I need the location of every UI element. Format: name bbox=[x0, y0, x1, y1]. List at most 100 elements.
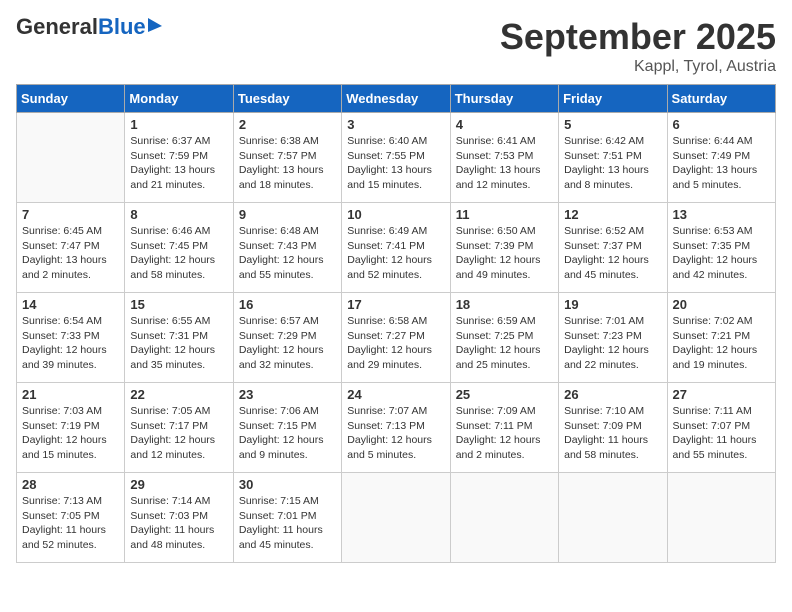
calendar-cell: 21Sunrise: 7:03 AMSunset: 7:19 PMDayligh… bbox=[17, 383, 125, 473]
day-info: Sunrise: 7:14 AMSunset: 7:03 PMDaylight:… bbox=[130, 494, 227, 553]
day-number: 6 bbox=[673, 117, 770, 132]
logo-general: General bbox=[16, 14, 98, 39]
calendar-cell: 22 Sunrise: 7:05 AMSunset: 7:17 PMDayligh… bbox=[125, 383, 233, 473]
calendar-cell: 18Sunrise: 6:59 AMSunset: 7:25 PMDayligh… bbox=[450, 293, 558, 383]
calendar-cell: 23 Sunrise: 7:06 AMSunset: 7:15 PMDayligh… bbox=[233, 383, 341, 473]
day-info: Sunrise: 7:07 AMSunset: 7:13 PMDaylight:… bbox=[347, 404, 444, 463]
day-info: Sunrise: 6:42 AMSunset: 7:51 PMDaylight:… bbox=[564, 134, 661, 193]
header-row: SundayMondayTuesdayWednesdayThursdayFrid… bbox=[17, 85, 776, 113]
day-number: 26 bbox=[564, 387, 661, 402]
calendar-cell: 16 Sunrise: 6:57 AMSunset: 7:29 PMDayligh… bbox=[233, 293, 341, 383]
day-number: 21 bbox=[22, 387, 119, 402]
day-info: Sunrise: 6:37 AMSunset: 7:59 PMDaylight:… bbox=[130, 134, 227, 193]
logo-text: GeneralBlue bbox=[16, 14, 146, 39]
calendar-cell: 15Sunrise: 6:55 AMSunset: 7:31 PMDayligh… bbox=[125, 293, 233, 383]
title-block: September 2025 Kappl, Tyrol, Austria bbox=[500, 16, 776, 76]
day-info: Sunrise: 6:41 AMSunset: 7:53 PMDaylight:… bbox=[456, 134, 553, 193]
calendar-cell: 11 Sunrise: 6:50 AMSunset: 7:39 PMDayligh… bbox=[450, 203, 558, 293]
header-day-monday: Monday bbox=[125, 85, 233, 113]
day-number: 2 bbox=[239, 117, 336, 132]
day-number: 14 bbox=[22, 297, 119, 312]
calendar-cell: 9Sunrise: 6:48 AMSunset: 7:43 PMDaylight… bbox=[233, 203, 341, 293]
calendar-cell: 2 Sunrise: 6:38 AMSunset: 7:57 PMDaylight… bbox=[233, 113, 341, 203]
day-number: 8 bbox=[130, 207, 227, 222]
calendar-body: 1Sunrise: 6:37 AMSunset: 7:59 PMDaylight… bbox=[17, 113, 776, 563]
header-day-friday: Friday bbox=[559, 85, 667, 113]
calendar-cell: 26 Sunrise: 7:10 AMSunset: 7:09 PMDayligh… bbox=[559, 383, 667, 473]
calendar-cell bbox=[450, 473, 558, 563]
day-info: Sunrise: 7:06 AMSunset: 7:15 PMDaylight:… bbox=[239, 404, 336, 463]
day-info: Sunrise: 6:55 AMSunset: 7:31 PMDaylight:… bbox=[130, 314, 227, 373]
day-info: Sunrise: 7:01 AMSunset: 7:23 PMDaylight:… bbox=[564, 314, 661, 373]
day-info: Sunrise: 6:50 AMSunset: 7:39 PMDaylight:… bbox=[456, 224, 553, 283]
day-number: 12 bbox=[564, 207, 661, 222]
day-info: Sunrise: 6:57 AMSunset: 7:29 PMDaylight:… bbox=[239, 314, 336, 373]
day-number: 23 bbox=[239, 387, 336, 402]
calendar-cell: 29 Sunrise: 7:14 AMSunset: 7:03 PMDayligh… bbox=[125, 473, 233, 563]
day-info: Sunrise: 7:05 AMSunset: 7:17 PMDaylight:… bbox=[130, 404, 227, 463]
calendar-cell: 12 Sunrise: 6:52 AMSunset: 7:37 PMDayligh… bbox=[559, 203, 667, 293]
day-info: Sunrise: 7:02 AMSunset: 7:21 PMDaylight:… bbox=[673, 314, 770, 373]
day-info: Sunrise: 6:48 AMSunset: 7:43 PMDaylight:… bbox=[239, 224, 336, 283]
header-day-sunday: Sunday bbox=[17, 85, 125, 113]
day-number: 25 bbox=[456, 387, 553, 402]
calendar-cell: 27Sunrise: 7:11 AMSunset: 7:07 PMDayligh… bbox=[667, 383, 775, 473]
day-number: 22 bbox=[130, 387, 227, 402]
calendar-cell: 6 Sunrise: 6:44 AMSunset: 7:49 PMDaylight… bbox=[667, 113, 775, 203]
day-number: 27 bbox=[673, 387, 770, 402]
day-number: 24 bbox=[347, 387, 444, 402]
page-header: GeneralBlue September 2025 Kappl, Tyrol,… bbox=[16, 16, 776, 76]
day-number: 16 bbox=[239, 297, 336, 312]
day-number: 18 bbox=[456, 297, 553, 312]
calendar-header: SundayMondayTuesdayWednesdayThursdayFrid… bbox=[17, 85, 776, 113]
day-info: Sunrise: 6:44 AMSunset: 7:49 PMDaylight:… bbox=[673, 134, 770, 193]
header-day-saturday: Saturday bbox=[667, 85, 775, 113]
calendar-cell: 30Sunrise: 7:15 AMSunset: 7:01 PMDayligh… bbox=[233, 473, 341, 563]
calendar-cell bbox=[17, 113, 125, 203]
day-number: 29 bbox=[130, 477, 227, 492]
day-number: 17 bbox=[347, 297, 444, 312]
month-title: September 2025 bbox=[500, 16, 776, 58]
day-info: Sunrise: 7:15 AMSunset: 7:01 PMDaylight:… bbox=[239, 494, 336, 553]
calendar-cell: 19 Sunrise: 7:01 AMSunset: 7:23 PMDayligh… bbox=[559, 293, 667, 383]
day-info: Sunrise: 6:38 AMSunset: 7:57 PMDaylight:… bbox=[239, 134, 336, 193]
day-number: 5 bbox=[564, 117, 661, 132]
calendar-cell: 25Sunrise: 7:09 AMSunset: 7:11 PMDayligh… bbox=[450, 383, 558, 473]
day-number: 13 bbox=[673, 207, 770, 222]
calendar-cell: 8Sunrise: 6:46 AMSunset: 7:45 PMDaylight… bbox=[125, 203, 233, 293]
day-number: 11 bbox=[456, 207, 553, 222]
day-number: 4 bbox=[456, 117, 553, 132]
header-day-tuesday: Tuesday bbox=[233, 85, 341, 113]
calendar-cell: 14 Sunrise: 6:54 AMSunset: 7:33 PMDayligh… bbox=[17, 293, 125, 383]
logo-blue: Blue bbox=[98, 14, 146, 39]
day-info: Sunrise: 6:52 AMSunset: 7:37 PMDaylight:… bbox=[564, 224, 661, 283]
day-info: Sunrise: 7:10 AMSunset: 7:09 PMDaylight:… bbox=[564, 404, 661, 463]
day-info: Sunrise: 7:13 AMSunset: 7:05 PMDaylight:… bbox=[22, 494, 119, 553]
week-row-2: 14 Sunrise: 6:54 AMSunset: 7:33 PMDayligh… bbox=[17, 293, 776, 383]
location-title: Kappl, Tyrol, Austria bbox=[500, 58, 776, 76]
header-day-thursday: Thursday bbox=[450, 85, 558, 113]
calendar-cell: 3Sunrise: 6:40 AMSunset: 7:55 PMDaylight… bbox=[342, 113, 450, 203]
calendar-cell: 28 Sunrise: 7:13 AMSunset: 7:05 PMDayligh… bbox=[17, 473, 125, 563]
day-number: 10 bbox=[347, 207, 444, 222]
calendar-cell: 20Sunrise: 7:02 AMSunset: 7:21 PMDayligh… bbox=[667, 293, 775, 383]
week-row-0: 1Sunrise: 6:37 AMSunset: 7:59 PMDaylight… bbox=[17, 113, 776, 203]
logo: GeneralBlue bbox=[16, 16, 146, 39]
day-number: 7 bbox=[22, 207, 119, 222]
week-row-3: 21Sunrise: 7:03 AMSunset: 7:19 PMDayligh… bbox=[17, 383, 776, 473]
day-info: Sunrise: 6:53 AMSunset: 7:35 PMDaylight:… bbox=[673, 224, 770, 283]
day-info: Sunrise: 6:45 AMSunset: 7:47 PMDaylight:… bbox=[22, 224, 119, 283]
week-row-1: 7 Sunrise: 6:45 AMSunset: 7:47 PMDaylight… bbox=[17, 203, 776, 293]
day-number: 28 bbox=[22, 477, 119, 492]
calendar-cell: 5 Sunrise: 6:42 AMSunset: 7:51 PMDaylight… bbox=[559, 113, 667, 203]
calendar-cell bbox=[342, 473, 450, 563]
day-number: 19 bbox=[564, 297, 661, 312]
calendar-cell: 13 Sunrise: 6:53 AMSunset: 7:35 PMDayligh… bbox=[667, 203, 775, 293]
day-number: 3 bbox=[347, 117, 444, 132]
calendar-cell: 4 Sunrise: 6:41 AMSunset: 7:53 PMDaylight… bbox=[450, 113, 558, 203]
calendar-cell: 7 Sunrise: 6:45 AMSunset: 7:47 PMDaylight… bbox=[17, 203, 125, 293]
day-info: Sunrise: 6:49 AMSunset: 7:41 PMDaylight:… bbox=[347, 224, 444, 283]
calendar-cell: 24 Sunrise: 7:07 AMSunset: 7:13 PMDayligh… bbox=[342, 383, 450, 473]
day-info: Sunrise: 6:54 AMSunset: 7:33 PMDaylight:… bbox=[22, 314, 119, 373]
day-info: Sunrise: 6:58 AMSunset: 7:27 PMDaylight:… bbox=[347, 314, 444, 373]
